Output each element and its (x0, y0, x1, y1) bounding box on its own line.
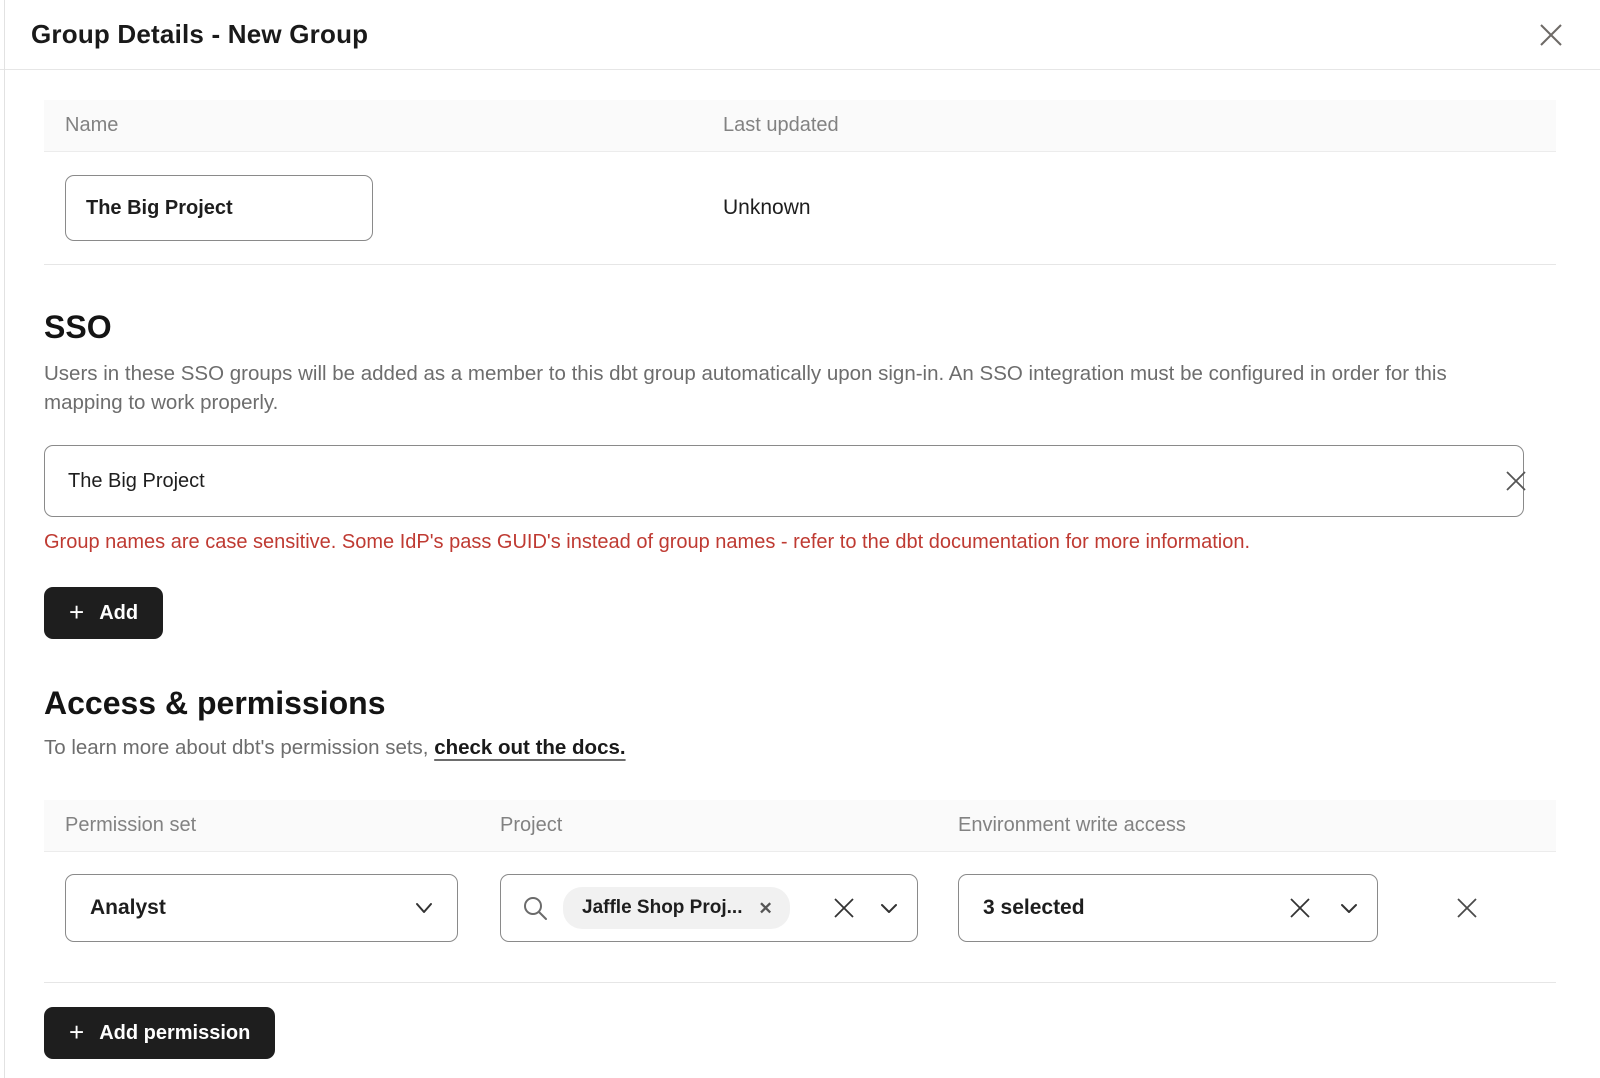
add-permission-button-label: Add permission (99, 1022, 250, 1045)
project-multiselect[interactable]: Jaffle Shop Proj... ✕ (500, 874, 918, 942)
search-icon (521, 894, 549, 922)
delete-x-icon (1454, 895, 1480, 921)
clear-x-icon (1287, 895, 1313, 921)
environment-selected-count: 3 selected (983, 896, 1085, 920)
plus-icon: + (69, 1019, 84, 1045)
close-icon (1536, 20, 1566, 50)
sso-add-button-label: Add (99, 602, 138, 625)
chevron-down-icon[interactable] (1339, 902, 1359, 915)
column-header-last-updated: Last updated (723, 114, 1556, 137)
modal-title: Group Details - New Group (31, 19, 368, 50)
modal-left-border (4, 0, 5, 1078)
permission-row: Analyst (44, 852, 1556, 983)
group-table-row: Unknown (44, 152, 1556, 265)
chevron-down-icon[interactable] (879, 902, 899, 915)
group-details-table: Name Last updated Unknown (44, 100, 1556, 265)
column-header-name: Name (65, 114, 723, 137)
sso-group-clear-button[interactable] (1502, 467, 1530, 495)
modal-header: Group Details - New Group (0, 0, 1600, 70)
plus-icon: + (69, 599, 84, 625)
environment-clear-button[interactable] (1287, 895, 1313, 921)
sso-group-field (44, 445, 1556, 517)
selected-project-chip: Jaffle Shop Proj... ✕ (563, 887, 790, 929)
permissions-table-header-row: Permission set Project Environment write… (44, 800, 1556, 852)
sso-case-sensitive-warning: Group names are case sensitive. Some IdP… (44, 531, 1556, 554)
access-permissions-section: Access & permissions To learn more about… (44, 685, 1556, 1059)
sso-group-input[interactable] (44, 445, 1524, 517)
group-table-header-row: Name Last updated (44, 100, 1556, 152)
delete-permission-row-button[interactable] (1454, 895, 1480, 921)
project-clear-button[interactable] (831, 895, 857, 921)
column-header-project: Project (500, 814, 958, 837)
chevron-down-icon (413, 901, 435, 915)
permissions-description: To learn more about dbt's permission set… (44, 736, 1556, 760)
chip-remove-icon[interactable]: ✕ (758, 900, 772, 917)
permissions-description-text: To learn more about dbt's permission set… (44, 736, 434, 759)
sso-add-button[interactable]: + Add (44, 587, 163, 639)
modal-body: Name Last updated Unknown SSO Users in t… (0, 100, 1600, 1059)
environment-write-access-select[interactable]: 3 selected (958, 874, 1378, 942)
permission-set-value: Analyst (90, 896, 166, 920)
access-permissions-heading: Access & permissions (44, 685, 1556, 722)
sso-heading: SSO (44, 309, 1556, 346)
permissions-table: Permission set Project Environment write… (44, 800, 1556, 983)
close-button[interactable] (1536, 20, 1566, 50)
sso-description: Users in these SSO groups will be added … (44, 359, 1519, 417)
clear-x-icon (1502, 467, 1530, 495)
permission-set-select[interactable]: Analyst (65, 874, 458, 942)
sso-section: SSO Users in these SSO groups will be ad… (44, 309, 1556, 639)
add-permission-button[interactable]: + Add permission (44, 1007, 275, 1059)
selected-project-chip-label: Jaffle Shop Proj... (582, 897, 742, 919)
column-header-permission-set: Permission set (65, 814, 500, 837)
group-name-input[interactable] (65, 175, 373, 241)
clear-x-icon (831, 895, 857, 921)
column-header-environment-write-access: Environment write access (958, 814, 1556, 837)
docs-link[interactable]: check out the docs. (434, 736, 625, 759)
last-updated-value: Unknown (723, 196, 1556, 220)
